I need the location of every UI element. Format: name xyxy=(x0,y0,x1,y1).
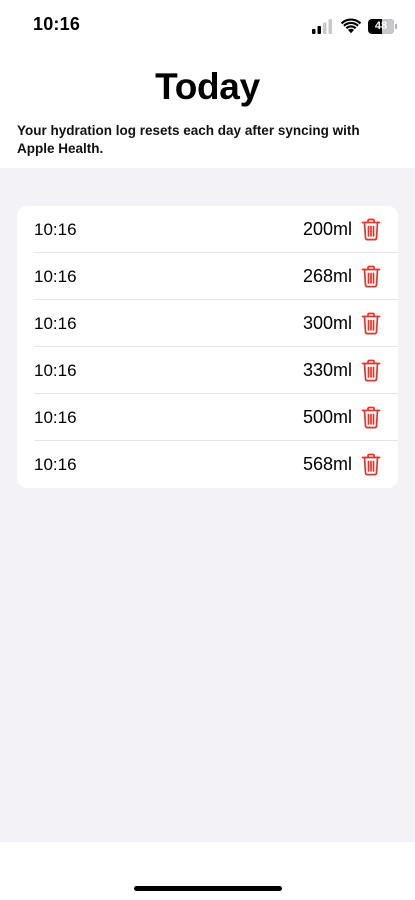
trash-icon xyxy=(361,453,381,476)
log-row: 10:16 568ml xyxy=(17,441,398,488)
header: Today Your hydration log resets each day… xyxy=(0,52,415,168)
delete-entry-button[interactable] xyxy=(361,218,381,241)
bottom-bar xyxy=(0,842,415,900)
entry-time: 10:16 xyxy=(34,266,77,286)
trash-icon xyxy=(361,265,381,288)
log-row: 10:16 300ml xyxy=(17,300,398,347)
entry-amount: 268ml xyxy=(302,266,352,286)
entry-time: 10:16 xyxy=(34,454,77,474)
trash-icon xyxy=(361,218,381,241)
entry-time: 10:16 xyxy=(34,313,77,333)
status-icons: 48 xyxy=(312,16,397,36)
delete-entry-button[interactable] xyxy=(361,359,381,382)
battery-icon: 48 xyxy=(368,18,397,34)
log-content: 10:16 200ml 10:16 268ml 10:16 300ml 10:1… xyxy=(0,168,415,842)
delete-entry-button[interactable] xyxy=(361,406,381,429)
log-row: 10:16 200ml xyxy=(17,206,398,253)
entry-amount: 300ml xyxy=(302,313,352,333)
delete-entry-button[interactable] xyxy=(361,453,381,476)
entry-amount: 200ml xyxy=(302,219,352,239)
trash-icon xyxy=(361,406,381,429)
status-bar: 10:16 48 xyxy=(0,0,415,52)
log-row: 10:16 500ml xyxy=(17,394,398,441)
entry-amount: 568ml xyxy=(302,454,352,474)
signal-icon xyxy=(312,19,332,34)
entry-amount: 500ml xyxy=(302,407,352,427)
battery-level: 48 xyxy=(374,20,388,32)
trash-icon xyxy=(361,359,381,382)
status-time: 10:16 xyxy=(33,14,81,34)
entry-amount: 330ml xyxy=(302,360,352,380)
page-title: Today xyxy=(155,66,260,107)
log-row: 10:16 330ml xyxy=(17,347,398,394)
trash-icon xyxy=(361,312,381,335)
entry-time: 10:16 xyxy=(34,360,77,380)
page-subtitle: Your hydration log resets each day after… xyxy=(17,123,360,156)
entry-time: 10:16 xyxy=(34,407,77,427)
entry-time: 10:16 xyxy=(34,219,77,239)
hydration-log-list: 10:16 200ml 10:16 268ml 10:16 300ml 10:1… xyxy=(17,206,398,488)
delete-entry-button[interactable] xyxy=(361,265,381,288)
wifi-icon xyxy=(341,18,361,34)
delete-entry-button[interactable] xyxy=(361,312,381,335)
log-row: 10:16 268ml xyxy=(17,253,398,300)
home-indicator[interactable] xyxy=(134,886,282,891)
